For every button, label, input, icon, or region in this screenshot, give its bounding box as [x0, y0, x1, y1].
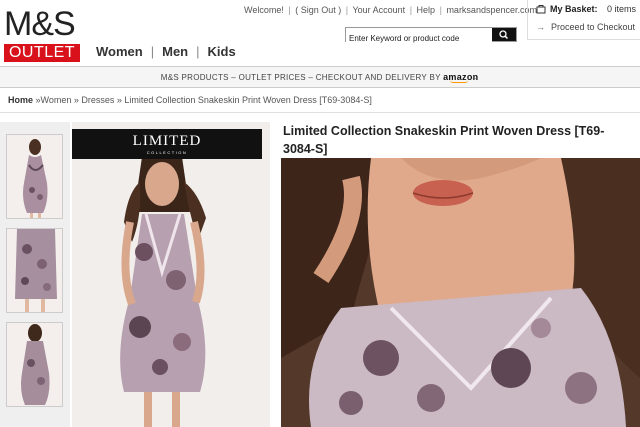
- promo-arrow-icon: →: [470, 73, 480, 82]
- promo-text: M&S PRODUCTS – OUTLET PRICES – CHECKOUT …: [160, 73, 441, 82]
- breadcrumb: Home »Women » Dresses » Limited Collecti…: [8, 95, 372, 105]
- basket-label: My Basket:: [550, 4, 598, 14]
- dress-back-image: [7, 323, 62, 406]
- search-button[interactable]: [492, 28, 516, 41]
- main-nav: Women | Men | Kids: [96, 44, 236, 59]
- model-closeup-image: [281, 158, 640, 427]
- outlet-label: OUTLET: [4, 44, 80, 62]
- checkout-label: Proceed to Checkout: [551, 22, 636, 32]
- nav-item-men[interactable]: Men: [162, 44, 188, 59]
- thumbnail-column: [0, 122, 70, 427]
- arrow-right-icon: →: [536, 22, 545, 32]
- breadcrumb-trail[interactable]: »Women » Dresses » Limited Collection Sn…: [33, 95, 372, 105]
- marksandspencer-link[interactable]: marksandspencer.com: [446, 5, 537, 15]
- promo-banner[interactable]: M&S PRODUCTS – OUTLET PRICES – CHECKOUT …: [0, 66, 640, 88]
- breadcrumb-home[interactable]: Home: [8, 95, 33, 105]
- limited-title: LIMITED: [132, 133, 202, 149]
- basket-item-count: 0 items: [606, 4, 636, 14]
- basket-panel: My Basket: 0 items → Proceed to Checkout: [527, 0, 640, 40]
- dress-side-image: [7, 229, 62, 312]
- product-title: Limited Collection Snakeskin Print Woven…: [283, 124, 605, 156]
- basket-icon: [536, 5, 546, 14]
- product-closeup-image[interactable]: [281, 158, 640, 427]
- sign-out-link[interactable]: ( Sign Out ): [295, 5, 341, 15]
- amazon-smile-icon: [450, 80, 469, 83]
- search-box: [345, 27, 517, 45]
- ms-outlet-logo[interactable]: M&S OUTLET: [4, 6, 80, 62]
- nav-item-women[interactable]: Women: [96, 44, 143, 59]
- main-product-image[interactable]: LIMITED COLLECTION: [72, 122, 270, 427]
- help-link[interactable]: Help: [417, 5, 436, 15]
- limited-subtitle: COLLECTION: [146, 150, 188, 155]
- utility-nav: Welcome! | ( Sign Out ) | Your Account |…: [244, 5, 537, 15]
- product-thumbnail[interactable]: [6, 134, 63, 219]
- nav-item-kids[interactable]: Kids: [208, 44, 236, 59]
- model-dress-image: [72, 122, 270, 427]
- search-input[interactable]: [346, 32, 492, 45]
- proceed-to-checkout-link[interactable]: → Proceed to Checkout: [536, 22, 635, 32]
- welcome-text: Welcome!: [244, 5, 284, 15]
- limited-collection-banner: LIMITED COLLECTION: [72, 129, 262, 159]
- your-account-link[interactable]: Your Account: [352, 5, 405, 15]
- dress-front-image: [7, 135, 62, 218]
- search-icon: [499, 30, 509, 40]
- product-thumbnail[interactable]: [6, 322, 63, 407]
- divider: [0, 112, 640, 113]
- ms-logo-text: M&S: [4, 5, 76, 43]
- product-thumbnail[interactable]: [6, 228, 63, 313]
